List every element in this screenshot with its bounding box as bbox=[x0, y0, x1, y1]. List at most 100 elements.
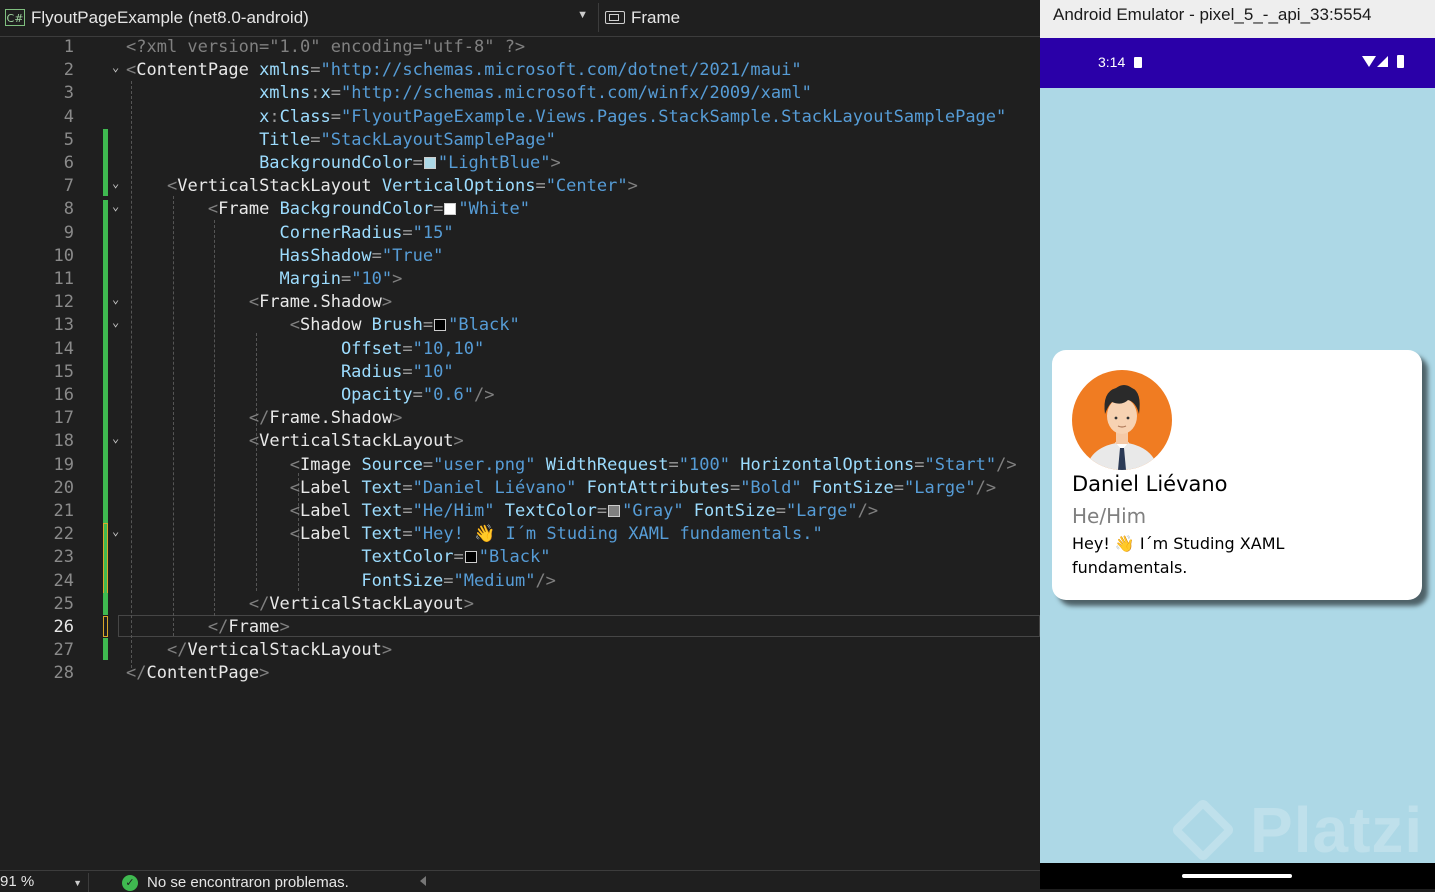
code-token: "FlyoutPageExample.Views.Pages.StackSamp… bbox=[341, 106, 1007, 127]
code-line[interactable]: 13 ⌄ <Shadow Brush= "Black" bbox=[0, 314, 1040, 337]
code-line[interactable]: 2 ⌄ <ContentPage xmlns="http://schemas.mic… bbox=[0, 59, 1040, 82]
code-line[interactable]: 10 HasShadow="True" bbox=[0, 245, 1040, 268]
code-token: Offset bbox=[340, 338, 403, 359]
fold-chevron-icon[interactable]: ⌄ bbox=[112, 195, 119, 218]
code-text: </VerticalStackLayout> bbox=[126, 593, 474, 616]
code-token: "100" bbox=[678, 454, 741, 475]
code-line[interactable]: 8 ⌄ <Frame BackgroundColor= "White" bbox=[0, 198, 1040, 221]
code-token: "He/Him" bbox=[412, 501, 505, 521]
code-line[interactable]: 14 Offset="10,10" bbox=[0, 338, 1040, 361]
status-time: 3:14 bbox=[1098, 54, 1126, 70]
code-line[interactable]: 1 <?xml version="1.0" encoding="utf-8" ?> bbox=[0, 36, 1040, 59]
code-line[interactable]: 18 ⌄ <VerticalStackLayout> bbox=[0, 430, 1040, 453]
line-number: 5 bbox=[63, 129, 74, 150]
code-token: BackgroundColor bbox=[259, 153, 413, 173]
color-swatch-icon bbox=[444, 203, 457, 216]
code-text: <Frame BackgroundColor= "White" bbox=[126, 198, 530, 221]
line-number: 16 bbox=[53, 385, 74, 405]
code-line[interactable]: 23 TextColor= "Black" bbox=[0, 546, 1040, 569]
code-token: = bbox=[402, 222, 413, 243]
code-token: Opacity bbox=[340, 385, 413, 405]
code-token: = bbox=[914, 454, 925, 475]
code-token: TextColor bbox=[361, 547, 454, 568]
code-token: /> bbox=[474, 385, 495, 405]
code-token: < bbox=[126, 60, 137, 81]
code-token: x bbox=[259, 106, 270, 127]
code-token: = bbox=[371, 245, 382, 266]
line-number: 23 bbox=[53, 547, 74, 568]
code-token: Radius bbox=[340, 361, 403, 382]
code-line[interactable]: 22 ⌄ <Label Text="Hey! 👋 I´m Studing XAML… bbox=[0, 523, 1040, 546]
code-line[interactable]: 19 <Image Source="user.png" WidthRequest… bbox=[0, 454, 1040, 477]
code-line[interactable]: 26 </Frame> bbox=[0, 616, 1040, 639]
code-token: Text bbox=[361, 524, 403, 545]
code-line[interactable]: 15 Radius="10" bbox=[0, 361, 1040, 384]
fold-chevron-icon[interactable]: ⌄ bbox=[112, 288, 119, 311]
code-line[interactable]: 27 </VerticalStackLayout> bbox=[0, 639, 1040, 662]
battery-icon bbox=[1397, 55, 1404, 68]
code-token: "Medium" bbox=[453, 570, 536, 591]
fold-chevron-icon[interactable]: ⌄ bbox=[112, 56, 119, 79]
code-line[interactable]: 20 <Label Text="Daniel Liévano" FontAttr… bbox=[0, 477, 1040, 500]
line-number: 11 bbox=[53, 269, 74, 289]
member-selector[interactable]: Frame bbox=[598, 3, 1039, 32]
code-line[interactable]: 28 </ContentPage> bbox=[0, 662, 1040, 685]
code-line[interactable]: 11 Margin="10"> bbox=[0, 268, 1040, 291]
code-token: Shadow bbox=[300, 315, 372, 336]
code-token: x bbox=[320, 83, 331, 104]
code-text: x:Class="FlyoutPageExample.Views.Pages.S… bbox=[126, 106, 1006, 129]
code-line[interactable]: 5 Title="StackLayoutSamplePage" bbox=[0, 129, 1040, 152]
fold-chevron-icon[interactable]: ⌄ bbox=[112, 427, 119, 450]
code-line[interactable]: 25 </VerticalStackLayout> bbox=[0, 593, 1040, 616]
code-token: "10" bbox=[351, 269, 393, 289]
line-number: 27 bbox=[53, 640, 74, 661]
code-line[interactable]: 6 BackgroundColor= "LightBlue"> bbox=[0, 152, 1040, 175]
code-token: Frame.Shadow bbox=[269, 408, 393, 429]
zoom-selector[interactable]: 91 % ▼ bbox=[0, 873, 89, 892]
avatar-illustration bbox=[1086, 385, 1158, 470]
android-navigation-bar bbox=[1040, 863, 1435, 889]
code-line[interactable]: 17 </Frame.Shadow> bbox=[0, 407, 1040, 430]
code-editor[interactable]: C# FlyoutPageExample (net8.0-android) ▼ … bbox=[0, 0, 1040, 892]
fold-chevron-icon[interactable]: ⌄ bbox=[112, 172, 119, 195]
code-token: = bbox=[893, 477, 904, 498]
code-line[interactable]: 21 <Label Text="He/Him" TextColor= "Gray"… bbox=[0, 500, 1040, 523]
line-number: 2 bbox=[63, 60, 74, 81]
code-token: > bbox=[381, 292, 393, 313]
code-area[interactable]: 1 <?xml version="1.0" encoding="utf-8" ?>… bbox=[0, 36, 1040, 870]
profile-name: Daniel Liévano bbox=[1072, 472, 1228, 496]
chevron-down-icon[interactable]: ▼ bbox=[577, 9, 588, 21]
fold-chevron-icon[interactable]: ⌄ bbox=[112, 520, 119, 543]
code-line[interactable]: 3 xmlns:x="http://schemas.microsoft.com/… bbox=[0, 82, 1040, 105]
code-text: </Frame.Shadow> bbox=[126, 407, 403, 430]
code-token: Label bbox=[300, 477, 362, 498]
code-token: FontSize bbox=[693, 501, 776, 521]
code-token: FontAttributes bbox=[586, 477, 730, 498]
code-token: VerticalStackLayout bbox=[177, 176, 382, 197]
code-line[interactable]: 4 x:Class="FlyoutPageExample.Views.Pages… bbox=[0, 106, 1040, 129]
fold-chevron-icon[interactable]: ⌄ bbox=[112, 311, 119, 334]
code-line[interactable]: 16 Opacity="0.6"/> bbox=[0, 384, 1040, 407]
home-gesture-handle[interactable] bbox=[1182, 874, 1292, 878]
scroll-left-icon[interactable] bbox=[420, 876, 426, 886]
code-token: < bbox=[248, 292, 260, 313]
code-token: > bbox=[392, 408, 403, 429]
problems-indicator[interactable]: ✓ No se encontraron problemas. bbox=[122, 874, 349, 891]
code-line[interactable]: 7 ⌄ <VerticalStackLayout VerticalOptions=… bbox=[0, 175, 1040, 198]
code-line[interactable]: 9 CornerRadius="15" bbox=[0, 222, 1040, 245]
code-token: > bbox=[550, 153, 561, 173]
user-avatar-image bbox=[1072, 370, 1172, 470]
profile-bio: Hey! 👋 I´m Studing XAML fundamentals. bbox=[1072, 534, 1285, 577]
code-line[interactable]: 12 ⌄ <Frame.Shadow> bbox=[0, 291, 1040, 314]
color-swatch-icon bbox=[434, 319, 447, 332]
code-token: = bbox=[402, 477, 413, 498]
app-screen: Daniel Liévano He/Him Hey! 👋 I´m Studing… bbox=[1040, 88, 1435, 863]
chevron-down-icon[interactable]: ▼ bbox=[73, 878, 82, 888]
project-selector[interactable]: C# FlyoutPageExample (net8.0-android) ▼ bbox=[0, 3, 594, 32]
code-line[interactable]: 24 FontSize="Medium"/> bbox=[0, 570, 1040, 593]
